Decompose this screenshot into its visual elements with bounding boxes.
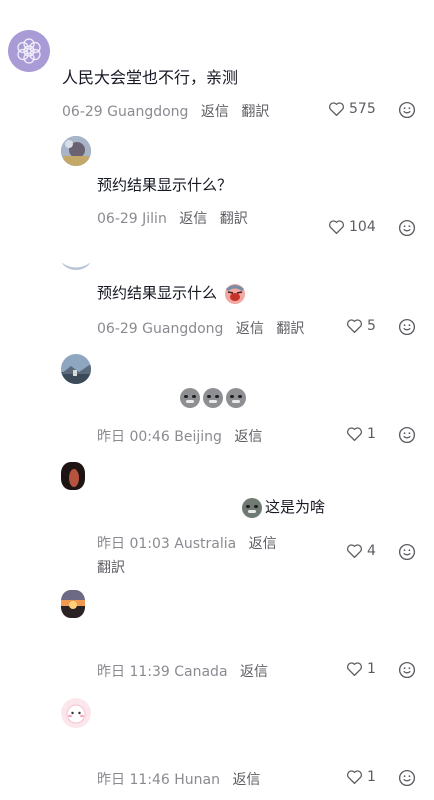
crying-emoji-icon [224, 283, 245, 304]
reply-button[interactable]: 返信 [201, 104, 229, 120]
avatar-cartoon-icon [61, 698, 91, 728]
avatar[interactable] [61, 136, 91, 166]
avatar-photo-icon [61, 590, 85, 618]
heart-outline-icon [346, 770, 363, 785]
avatar[interactable] [61, 248, 91, 270]
comment-location: Jilin [142, 211, 167, 227]
avatar-photo-icon [61, 462, 85, 490]
avatar[interactable] [61, 354, 91, 384]
comment-meta: 06-29 Guangdong 返信 翻訳 [62, 101, 269, 121]
heart-outline-icon [328, 102, 345, 117]
smiley-face-icon[interactable] [398, 543, 416, 561]
avatar-photo-icon [61, 136, 91, 166]
avatar[interactable] [8, 30, 50, 72]
translate-button[interactable]: 翻訳 [97, 560, 125, 576]
reply-button[interactable]: 返信 [249, 536, 277, 552]
reply-button[interactable]: 返信 [232, 772, 260, 788]
reply-button[interactable]: 返信 [236, 321, 264, 337]
comment-date: 06-29 [97, 321, 138, 337]
like-count: 575 [349, 101, 376, 117]
comment-date: 06-29 [97, 211, 138, 227]
avatar-photo-icon [61, 248, 91, 270]
like-count: 1 [367, 769, 376, 785]
smiley-face-icon[interactable] [398, 426, 416, 444]
comment-text: 预约结果显示什么？ [97, 176, 233, 194]
comment-location: Canada [174, 664, 228, 680]
comment-text: 这是为啥 [242, 496, 325, 518]
comment-meta: 06-29 Guangdong 返信 翻訳 [97, 318, 304, 338]
smiley-face-icon[interactable] [398, 769, 416, 787]
smiley-face-icon[interactable] [398, 219, 416, 237]
sweat-emoji-icon [226, 387, 246, 408]
comment-location: Hunan [174, 772, 220, 788]
like-button[interactable]: 1 [346, 661, 376, 677]
smiley-face-icon[interactable] [398, 101, 416, 119]
comment-date: 昨日 11:39 [97, 664, 170, 680]
heart-outline-icon [346, 319, 363, 334]
heart-outline-icon [346, 427, 363, 442]
translate-button[interactable]: 翻訳 [276, 321, 304, 337]
sweat-emoji-icon [180, 387, 200, 408]
like-button[interactable]: 575 [328, 101, 376, 117]
avatar-photo-icon [61, 354, 91, 384]
comment-date: 06-29 [62, 104, 103, 120]
comment-meta: 昨日 00:46 Beijing 返信 [97, 426, 262, 446]
like-count: 1 [367, 426, 376, 442]
like-button[interactable]: 104 [328, 219, 376, 235]
avatar[interactable] [61, 590, 85, 618]
comment-date: 昨日 00:46 [97, 429, 170, 445]
like-count: 104 [349, 219, 376, 235]
like-count: 4 [367, 543, 376, 559]
avatar[interactable] [61, 462, 85, 490]
emoji-sticker-row [180, 387, 249, 408]
comment-location: Guangdong [107, 104, 189, 120]
translate-button[interactable]: 翻訳 [241, 104, 269, 120]
like-count: 1 [367, 661, 376, 677]
smiley-face-icon[interactable] [398, 661, 416, 679]
like-button[interactable]: 1 [346, 769, 376, 785]
comment-text: 预约结果显示什么 [97, 282, 246, 305]
avatar[interactable] [61, 698, 91, 728]
like-button[interactable]: 4 [346, 543, 376, 559]
comment-date: 昨日 11:46 [97, 772, 170, 788]
smiley-face-icon[interactable] [398, 318, 416, 336]
like-count: 5 [367, 318, 376, 334]
cat-emoji-icon [242, 497, 262, 518]
reply-button[interactable]: 返信 [240, 664, 268, 680]
like-button[interactable]: 1 [346, 426, 376, 442]
comment-meta: 昨日 11:39 Canada 返信 [97, 661, 268, 681]
heart-outline-icon [346, 662, 363, 677]
reply-button[interactable]: 返信 [179, 211, 207, 227]
heart-outline-icon [346, 544, 363, 559]
comment-location: Guangdong [142, 321, 224, 337]
comment-meta: 昨日 11:46 Hunan 返信 [97, 769, 260, 789]
comment-text: 人民大会堂也不行，亲测 [62, 68, 239, 87]
avatar-pattern-icon [8, 30, 50, 72]
comment-location: Australia [174, 536, 237, 552]
comment-date: 昨日 01:03 [97, 536, 170, 552]
translate-button[interactable]: 翻訳 [220, 211, 248, 227]
sweat-emoji-icon [203, 387, 223, 408]
like-button[interactable]: 5 [346, 318, 376, 334]
comment-location: Beijing [174, 429, 222, 445]
comment-meta: 昨日 01:03 Australia 返信 翻訳 [97, 532, 297, 580]
comment-meta: 06-29 Jilin 返信 翻訳 [97, 208, 248, 228]
reply-button[interactable]: 返信 [234, 429, 262, 445]
heart-outline-icon [328, 220, 345, 235]
